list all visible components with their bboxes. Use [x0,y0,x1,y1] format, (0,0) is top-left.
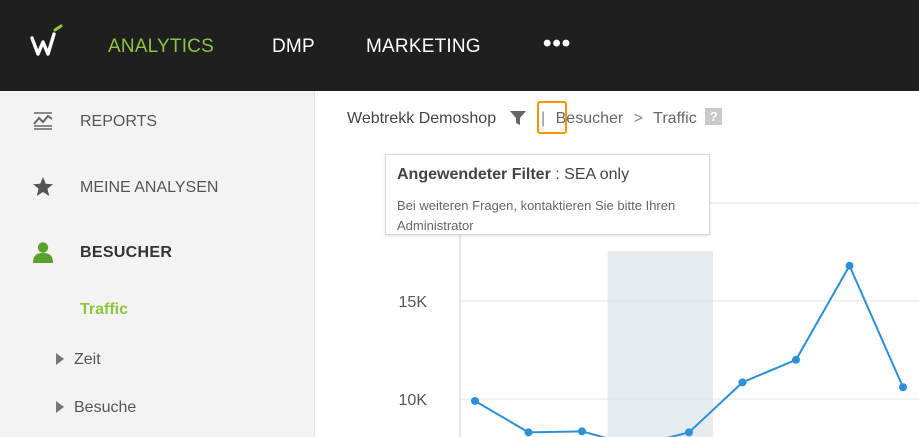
more-menu-button[interactable]: ••• [543,30,571,58]
sidebar-item-label: Zeit [74,351,101,368]
breadcrumb-site[interactable]: Webtrekk Demoshop [347,110,496,127]
user-icon [33,242,53,263]
y-tick-label: 10K [399,392,428,409]
nav-marketing[interactable]: MARKETING [366,36,481,58]
nav-analytics[interactable]: ANALYTICS [108,36,214,58]
sidebar-item-label: REPORTS [80,113,158,130]
sidebar-item-reports[interactable]: REPORTS [0,103,314,143]
reports-icon [33,112,53,130]
data-point [792,355,800,364]
highlight-band [607,251,713,437]
visits-line-chart: 20K15K10K [399,191,919,437]
filter-tooltip: Angewendeter Filter : SEA only Bei weite… [385,154,710,235]
nav-dmp[interactable]: DMP [272,36,315,58]
star-icon [33,177,53,196]
sidebar-item-label: Traffic [80,301,129,318]
tooltip-body: Bei weiteren Fragen, kontaktieren Sie bi… [397,198,676,233]
filter-icon[interactable] [509,110,527,126]
main-content: 20K15K10K Webtrekk Demoshop | Besucher >… [315,91,919,437]
filter-highlight [537,101,567,134]
tooltip-title: Angewendeter Filter : SEA only [397,166,629,184]
data-point [578,427,586,436]
tooltip-title-label: Angewendeter Filter [397,166,551,183]
data-point [524,428,533,437]
data-point [471,396,479,405]
data-point [845,261,854,270]
data-point [738,378,747,387]
sidebar-item-label: BESUCHER [80,244,173,261]
top-navigation-bar: ANALYTICS DMP MARKETING ••• [0,0,919,91]
webtrekk-logo-icon[interactable] [30,24,66,64]
sidebar-item-besucher[interactable]: BESUCHER [0,233,314,273]
data-point [899,383,907,392]
breadcrumb: Webtrekk Demoshop | Besucher > Traffic ? [347,108,723,128]
sidebar-sub-row: Besuche [56,399,136,417]
sidebar-item-label: MEINE ANALYSEN [80,179,219,196]
y-tick-label: 15K [399,294,428,311]
sidebar-item-meine-analysen[interactable]: MEINE ANALYSEN [0,168,314,208]
sidebar-item-traffic[interactable]: Traffic [0,289,314,329]
help-icon[interactable]: ? [705,108,723,126]
tooltip-title-value: : SEA only [550,166,630,183]
expand-triangle-icon [56,352,64,365]
breadcrumb-page: Traffic [653,110,697,127]
sidebar-item-label: Besuche [74,399,137,416]
sidebar-sub-row: Zeit [56,351,101,369]
sidebar: REPORTS MEINE ANALYSEN BESUCHER Traffic … [0,91,315,437]
sidebar-item-besuche[interactable]: Besuche [0,389,314,429]
sidebar-item-zeit[interactable]: Zeit [0,341,314,381]
breadcrumb-arrow: > [633,110,644,127]
expand-triangle-icon [56,400,64,413]
data-point [685,428,693,437]
